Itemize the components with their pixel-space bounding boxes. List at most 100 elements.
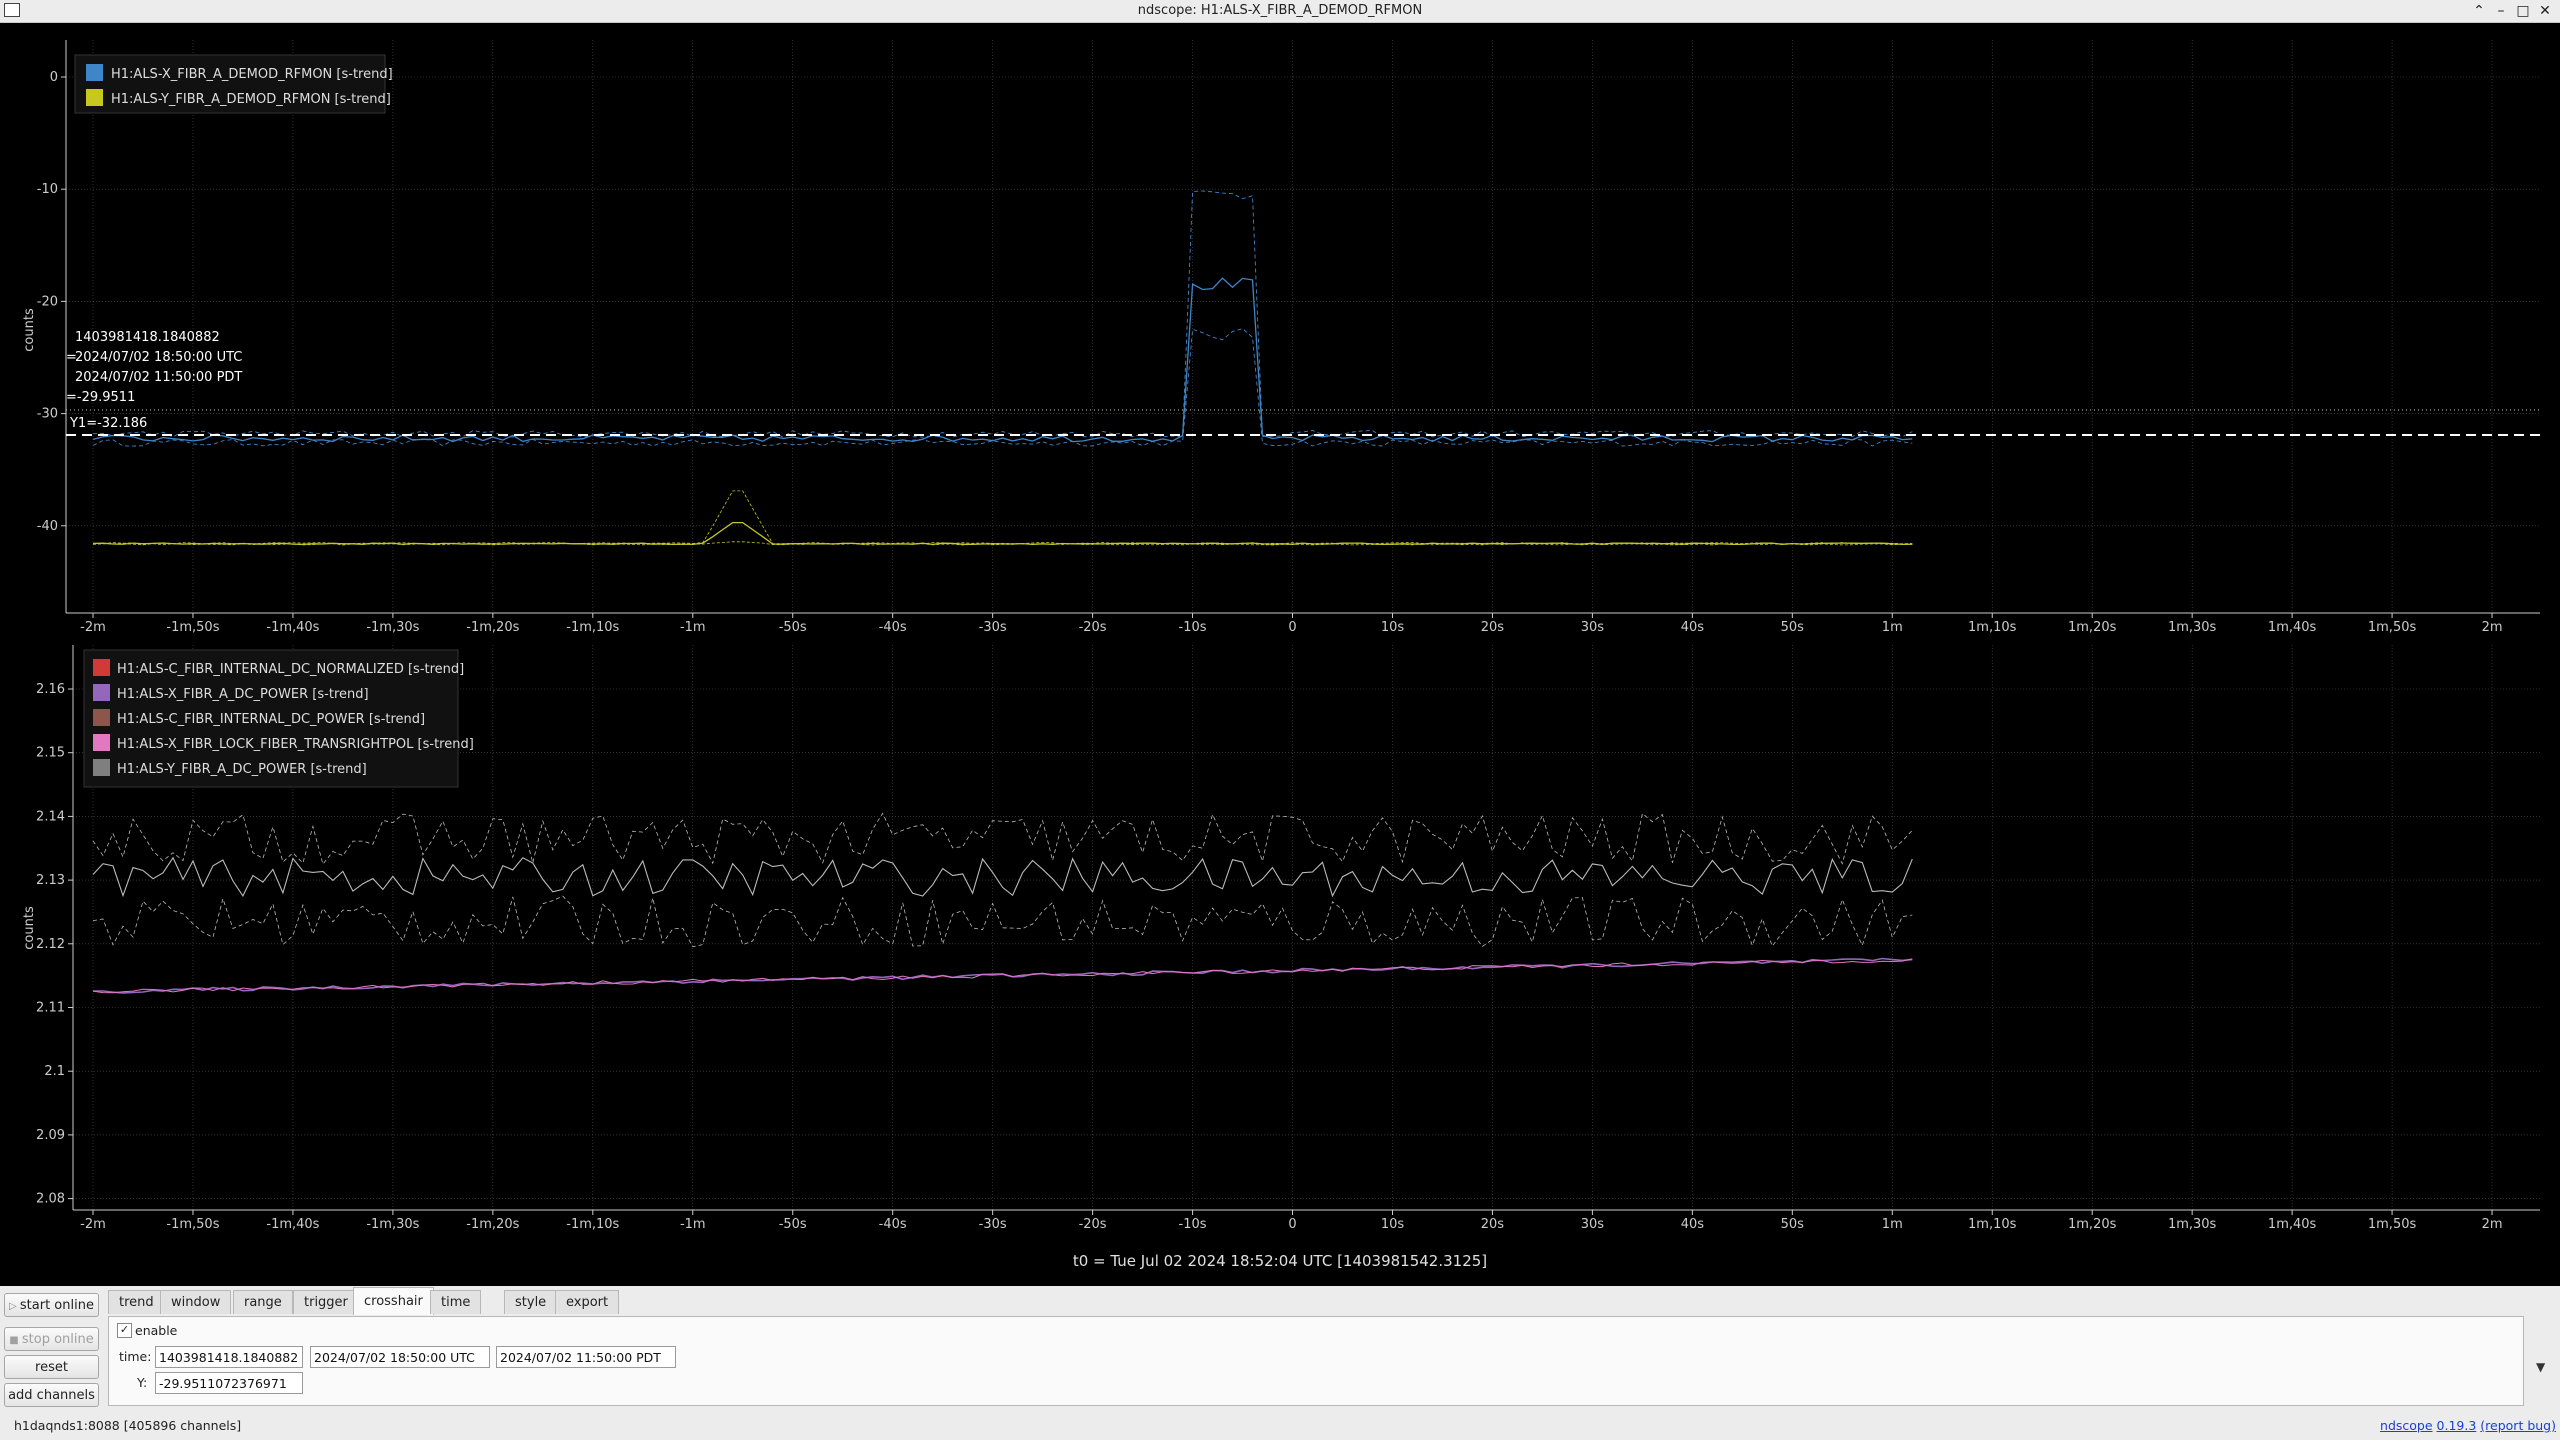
tab-time-axis[interactable]: time axis xyxy=(430,1290,482,1334)
x-tick-label: 1m,10s xyxy=(1968,620,2017,635)
x-tick-label: -40s xyxy=(879,620,907,635)
play-icon: ▷ xyxy=(9,1301,20,1312)
gray-dc-power-min-trace xyxy=(92,895,1913,948)
legend-item[interactable]: H1:ALS-C_FIBR_INTERNAL_DC_NORMALIZED [s-… xyxy=(117,662,464,677)
time-gps-field[interactable]: 1403981418.1840882 xyxy=(155,1346,303,1368)
version-link[interactable]: 0.19.3 xyxy=(2437,1418,2477,1433)
ndscope-link[interactable]: ndscope xyxy=(2380,1418,2433,1433)
minimize-icon[interactable]: – xyxy=(2492,2,2510,20)
legend-item[interactable]: H1:ALS-C_FIBR_INTERNAL_DC_POWER [s-trend… xyxy=(117,712,425,727)
plot-2-x-ticks: -2m -1m,50s -1m,40s -1m,30s -1m,20s -1m,10s -1… xyxy=(80,1210,2503,1232)
start-online-label: start online xyxy=(19,1298,94,1313)
x-tick-label: 1m,50s xyxy=(2368,1217,2417,1232)
stop-online-button[interactable]: ■ stop online xyxy=(4,1327,99,1351)
x-tick-label: 20s xyxy=(1481,620,1505,635)
y-tick-label: 0 xyxy=(50,70,58,85)
legend-item[interactable]: H1:ALS-Y_FIBR_A_DEMOD_RFMON [s-trend] xyxy=(111,92,391,107)
plot-1-y-ticks: 0 -10 -20 -30 -40 xyxy=(37,70,66,534)
plot-2-traces xyxy=(92,812,1913,994)
legend-item[interactable]: H1:ALS-X_FIBR_LOCK_FIBER_TRANSRIGHTPOL [… xyxy=(117,737,474,752)
x-tick-label: -1m,40s xyxy=(266,1217,319,1232)
x-tick-label: -2m xyxy=(80,620,106,635)
legend-item[interactable]: H1:ALS-X_FIBR_A_DEMOD_RFMON [s-trend] xyxy=(111,67,393,82)
x-tick-label: -1m,50s xyxy=(166,620,219,635)
y-value-field[interactable]: -29.9511072376971 xyxy=(155,1372,303,1394)
x-tick-label: 1m,40s xyxy=(2268,620,2317,635)
status-bar-server: h1daqnds1:8088 [405896 channels] xyxy=(14,1418,242,1433)
time-local-field[interactable]: 2024/07/02 11:50:00 PDT xyxy=(496,1346,676,1368)
legend-swatch-brown xyxy=(93,709,110,726)
x-tick-label: 1m xyxy=(1882,1217,1903,1232)
y-tick-label: 2.11 xyxy=(36,1001,65,1016)
blue-rfmon-mean-trace xyxy=(92,277,1913,443)
x-tick-label: 0 xyxy=(1288,620,1296,635)
tab-window[interactable]: window xyxy=(160,1290,232,1314)
crosshair-readout: 1403981418.1840882 = 2024/07/02 18:50:00… xyxy=(66,330,242,405)
plot-1-x-ticks: -2m -1m,50s -1m,40s -1m,30s -1m,20s -1m,10s -1… xyxy=(80,613,2503,635)
maximize-icon[interactable]: □ xyxy=(2514,2,2532,20)
y-tick-label: -40 xyxy=(37,519,58,534)
blue-rfmon-envelope-trace xyxy=(92,328,1913,447)
y-tick-label: 2.16 xyxy=(36,682,65,697)
plot-1-grid xyxy=(66,40,2540,613)
y-tick-label: -10 xyxy=(37,182,58,197)
x-tick-label: 30s xyxy=(1581,1217,1605,1232)
x-tick-label: -30s xyxy=(979,620,1007,635)
x-tick-label: 2m xyxy=(2482,1217,2503,1232)
x-tick-label: -10s xyxy=(1179,1217,1207,1232)
y-tick-label: -30 xyxy=(37,407,58,422)
tab-trigger[interactable]: trigger xyxy=(293,1290,359,1314)
x-tick-label: 1m,20s xyxy=(2068,620,2117,635)
start-online-button[interactable]: ▷ start online xyxy=(4,1293,99,1317)
plot-1-ylabel: counts xyxy=(22,308,37,352)
add-channels-button[interactable]: add channels xyxy=(4,1383,99,1407)
x-tick-label: -50s xyxy=(779,1217,807,1232)
window-title: ndscope: H1:ALS-X_FIBR_A_DEMOD_RFMON xyxy=(1137,3,1423,18)
legend-swatch-pink xyxy=(93,734,110,751)
y-tick-label: 2.14 xyxy=(36,809,65,824)
stop-online-label: stop online xyxy=(21,1332,94,1347)
x-tick-label: -40s xyxy=(879,1217,907,1232)
x-tick-label: 10s xyxy=(1381,1217,1405,1232)
legend-item[interactable]: H1:ALS-X_FIBR_A_DC_POWER [s-trend] xyxy=(117,687,369,702)
chevron-up-icon[interactable]: ⌃ xyxy=(2470,2,2488,20)
tab-export[interactable]: export xyxy=(555,1290,620,1314)
version-info: ndscope 0.19.3 (report bug) xyxy=(2380,1418,2556,1433)
tab-range[interactable]: range xyxy=(233,1290,293,1314)
legend-swatch-yellow xyxy=(86,89,103,106)
x-tick-label: -1m,20s xyxy=(466,620,519,635)
legend-swatch-gray xyxy=(93,759,110,776)
crosshair-tab-pane: ✓ enable time: 1403981418.1840882 2024/0… xyxy=(108,1316,2524,1406)
enable-checkbox[interactable]: ✓ xyxy=(117,1323,132,1338)
t0-label: t0 = Tue Jul 02 2024 18:52:04 UTC [14039… xyxy=(1073,1252,1487,1270)
tab-trend[interactable]: trend xyxy=(108,1290,165,1314)
x-tick-label: 40s xyxy=(1681,1217,1705,1232)
chevron-down-icon[interactable]: ▼ xyxy=(2536,1360,2545,1374)
close-icon[interactable]: ✕ xyxy=(2536,2,2554,20)
plot-2-legend[interactable]: H1:ALS-C_FIBR_INTERNAL_DC_NORMALIZED [s-… xyxy=(83,649,474,788)
x-tick-label: 50s xyxy=(1781,620,1805,635)
x-tick-label: -50s xyxy=(779,620,807,635)
plot-1-legend[interactable]: H1:ALS-X_FIBR_A_DEMOD_RFMON [s-trend] H1… xyxy=(74,54,393,114)
crosshair-utc: 2024/07/02 18:50:00 UTC xyxy=(75,350,242,365)
x-tick-label: -1m,10s xyxy=(566,1217,619,1232)
gray-dc-power-mean-trace xyxy=(92,856,1913,898)
x-tick-label: 1m,50s xyxy=(2368,620,2417,635)
plot-area[interactable]: 0 -10 -20 -30 -40 -2m -1m,50s -1m,40s -1m,30s -1… xyxy=(0,23,2560,1286)
legend-item[interactable]: H1:ALS-Y_FIBR_A_DC_POWER [s-trend] xyxy=(117,762,367,777)
tab-crosshair[interactable]: crosshair xyxy=(353,1287,434,1315)
y1-cursor-label: Y1=-32.186 xyxy=(69,416,147,431)
x-tick-label: -20s xyxy=(1079,1217,1107,1232)
gray-dc-power-max-trace xyxy=(92,812,1913,865)
plot-2[interactable]: 2.162.152.142.132.122.112.12.092.08 -2m -… xyxy=(22,645,2540,1232)
y-tick-label: 2.09 xyxy=(36,1128,65,1143)
reset-button[interactable]: reset xyxy=(4,1355,99,1379)
y-tick-label: 2.1 xyxy=(44,1064,65,1079)
x-tick-label: 1m,10s xyxy=(1968,1217,2017,1232)
plot-1[interactable]: 0 -10 -20 -30 -40 -2m -1m,50s -1m,40s -1m,30s -1… xyxy=(22,40,2540,635)
time-utc-field[interactable]: 2024/07/02 18:50:00 UTC xyxy=(310,1346,490,1368)
plot-1-traces xyxy=(92,190,1913,546)
y-tick-label: 2.12 xyxy=(36,937,65,952)
tab-style[interactable]: style xyxy=(504,1290,558,1314)
report-bug-link[interactable]: (report bug) xyxy=(2480,1418,2556,1433)
